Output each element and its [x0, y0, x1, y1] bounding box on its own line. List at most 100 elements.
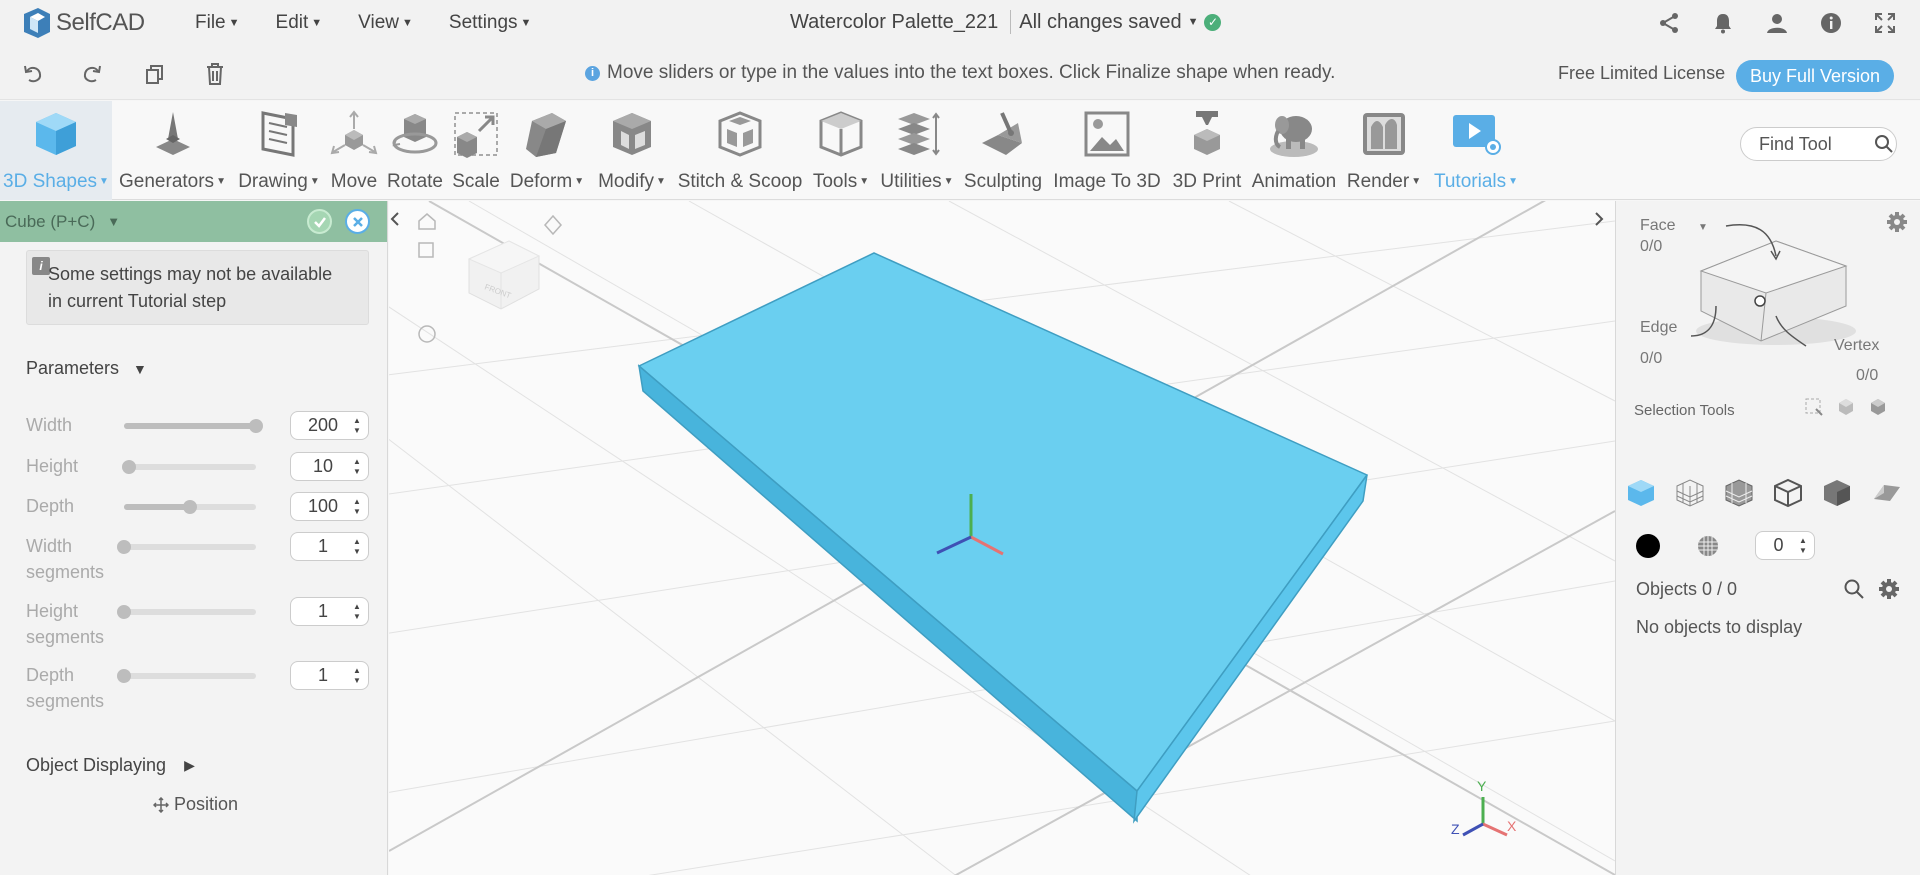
slider-handle[interactable]: [249, 419, 263, 433]
user-icon[interactable]: [1762, 8, 1792, 38]
object-displaying-toggle[interactable]: Object Displaying ▶: [26, 755, 195, 776]
select-wireframe-icon[interactable]: [1771, 476, 1805, 510]
fit-view-icon[interactable]: [418, 242, 434, 258]
search-icon[interactable]: [1843, 578, 1865, 605]
search-icon[interactable]: [1871, 129, 1896, 159]
slider-handle[interactable]: [117, 669, 131, 683]
orbit-icon[interactable]: [418, 325, 436, 343]
depth-segments-slider[interactable]: [117, 669, 256, 683]
parameters-section-toggle[interactable]: Parameters ▼: [26, 358, 147, 379]
width-segments-value: 1: [317, 536, 328, 556]
depth-segments-input[interactable]: 1 ▲ ▼: [290, 661, 369, 690]
collapse-right-icon[interactable]: [1593, 211, 1613, 231]
tool-generators[interactable]: Generators ▼: [115, 101, 230, 200]
cube-solid-select-icon[interactable]: [1868, 397, 1888, 417]
3d-viewport[interactable]: FRONT Y X Z: [389, 201, 1615, 875]
tool-drawing[interactable]: Drawing ▼: [235, 101, 323, 200]
document-title[interactable]: Watercolor Palette_221: [790, 11, 998, 34]
viewport-canvas[interactable]: FRONT Y X Z: [389, 201, 1615, 875]
menu-file[interactable]: File ▼: [195, 12, 240, 34]
share-icon[interactable]: [1654, 8, 1684, 38]
brush-size-input[interactable]: 0 ▲ ▼: [1755, 531, 1815, 560]
tool-scale[interactable]: Scale: [448, 101, 504, 200]
stepper-icon[interactable]: ▲ ▼: [349, 537, 365, 557]
chevron-down-icon[interactable]: ▼: [1188, 16, 1199, 28]
tool-tools[interactable]: Tools ▼: [808, 101, 874, 200]
stepper-icon[interactable]: ▲ ▼: [349, 666, 365, 686]
select-plane-icon[interactable]: [1869, 476, 1903, 510]
chevron-down-icon: ▼: [402, 16, 413, 29]
select-solid-icon[interactable]: [1820, 476, 1854, 510]
menu-view[interactable]: View ▼: [358, 12, 413, 34]
slider-handle[interactable]: [183, 500, 197, 514]
tool-utilities[interactable]: Utilities ▼: [877, 101, 957, 200]
tool-image-to-3d[interactable]: Image To 3D: [1049, 101, 1165, 200]
redo-icon[interactable]: [78, 60, 106, 88]
trash-icon[interactable]: [201, 60, 229, 88]
caret-down-icon[interactable]: ▼: [107, 214, 120, 229]
slider-handle[interactable]: [122, 460, 137, 474]
color-swatch[interactable]: [1636, 534, 1660, 558]
stepper-icon[interactable]: ▲ ▼: [349, 416, 365, 436]
tool-deform[interactable]: Deform ▼: [506, 101, 588, 200]
tool-render[interactable]: Render ▼: [1343, 101, 1425, 200]
tool-tutorials[interactable]: Tutorials ▼: [1430, 101, 1522, 200]
brush-size-value: 0: [1773, 535, 1784, 555]
box-select-icon[interactable]: [1804, 397, 1824, 417]
tool-modify[interactable]: Modify ▼: [592, 101, 672, 200]
cube-shape[interactable]: [637, 252, 1369, 824]
cancel-button[interactable]: [345, 209, 370, 234]
depth-input[interactable]: 100 ▲ ▼: [290, 492, 369, 521]
fullscreen-icon[interactable]: [1870, 8, 1900, 38]
menu-edit[interactable]: Edit ▼: [276, 12, 323, 34]
depth-slider[interactable]: [124, 500, 256, 514]
tool-move[interactable]: Move: [326, 101, 382, 200]
app-logo[interactable]: SelfCAD: [20, 6, 155, 40]
tool-stitch-scoop[interactable]: Stitch & Scoop: [675, 101, 805, 200]
save-status[interactable]: All changes saved: [1019, 11, 1181, 34]
width-segments-input[interactable]: 1 ▲ ▼: [290, 532, 369, 561]
shape-settings-panel: Cube (P+C) ▼ i Some settings may not be …: [0, 201, 388, 875]
objects-title: Objects 0 / 0: [1636, 579, 1738, 599]
tool-3d-shapes[interactable]: 3D Shapes ▼: [0, 101, 112, 200]
light-icon[interactable]: [543, 214, 563, 236]
cube-select-icon[interactable]: [1836, 397, 1856, 417]
height-input[interactable]: 10 ▲ ▼: [290, 452, 369, 481]
tool-rotate[interactable]: Rotate: [384, 101, 446, 200]
menu-settings[interactable]: Settings ▼: [449, 12, 532, 34]
copy-icon[interactable]: [140, 60, 168, 88]
height-segments-slider[interactable]: [117, 605, 256, 619]
height-segments-input[interactable]: 1 ▲ ▼: [290, 597, 369, 626]
sculpting-icon: [978, 101, 1028, 161]
width-segments-slider[interactable]: [117, 540, 256, 554]
stepper-icon[interactable]: ▲ ▼: [1795, 536, 1811, 556]
info-icon[interactable]: [1816, 8, 1846, 38]
tool-sculpting[interactable]: Sculpting: [960, 101, 1046, 200]
select-mesh-icon[interactable]: [1673, 476, 1707, 510]
select-object-icon[interactable]: [1624, 476, 1658, 510]
select-grid-icon[interactable]: [1722, 476, 1756, 510]
finalize-button[interactable]: [307, 209, 332, 234]
home-icon[interactable]: [418, 213, 436, 230]
slider-handle[interactable]: [117, 540, 131, 554]
texture-ball-icon[interactable]: [1696, 534, 1720, 558]
scale-icon: [451, 101, 501, 161]
gear-icon[interactable]: [1886, 211, 1908, 233]
stepper-icon[interactable]: ▲ ▼: [349, 457, 365, 477]
tool-animation[interactable]: Animation: [1248, 101, 1340, 200]
bell-icon[interactable]: [1708, 8, 1738, 38]
stepper-icon[interactable]: ▲ ▼: [349, 497, 365, 517]
width-slider[interactable]: [124, 419, 263, 433]
collapse-left-icon[interactable]: [389, 211, 409, 231]
position-button[interactable]: Position: [153, 794, 238, 815]
width-input[interactable]: 200 ▲ ▼: [290, 411, 369, 440]
slider-handle[interactable]: [117, 605, 131, 619]
height-slider[interactable]: [122, 460, 256, 474]
stepper-icon[interactable]: ▲ ▼: [349, 602, 365, 622]
find-tool-input[interactable]: [1759, 133, 1871, 155]
gear-icon[interactable]: [1878, 578, 1900, 605]
navigation-cube[interactable]: FRONT: [467, 240, 541, 310]
undo-icon[interactable]: [19, 60, 47, 88]
tool-3d-print[interactable]: 3D Print: [1168, 101, 1246, 200]
buy-full-version-button[interactable]: Buy Full Version: [1736, 60, 1894, 92]
